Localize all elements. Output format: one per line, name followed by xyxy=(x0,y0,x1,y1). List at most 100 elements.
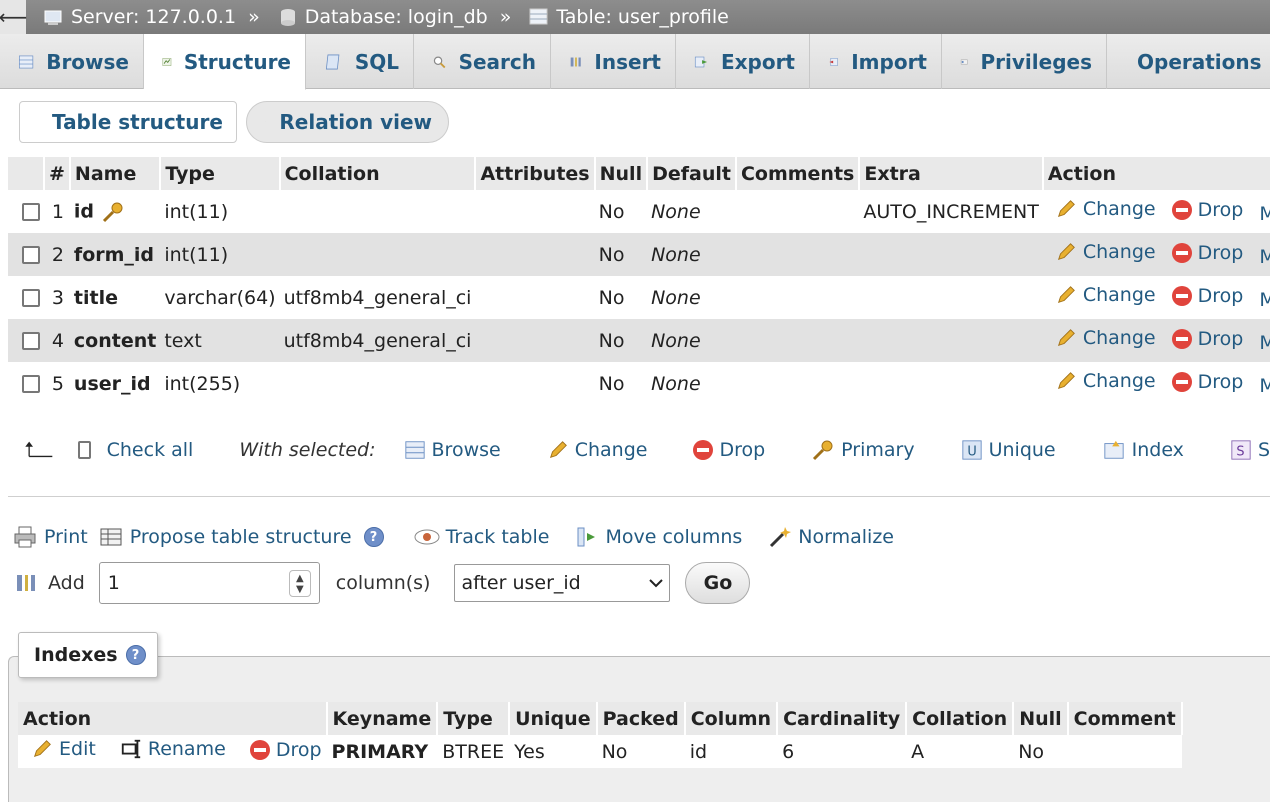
breadcrumb-separator: » xyxy=(499,6,512,28)
column-collation xyxy=(279,190,476,233)
bulk-spatial-label: S xyxy=(1257,439,1270,461)
column-name-cell: id xyxy=(69,190,161,233)
bulk-spatial-button[interactable]: S S xyxy=(1230,439,1270,461)
tab-insert[interactable]: Insert xyxy=(551,34,676,89)
column-comments xyxy=(735,233,860,276)
drop-link[interactable]: Drop xyxy=(1171,199,1243,221)
print-label: Print xyxy=(44,526,88,548)
drop-link[interactable]: Drop xyxy=(1171,371,1243,393)
column-count-input[interactable]: 1 ▲ ▼ xyxy=(98,562,320,604)
go-button[interactable]: Go xyxy=(685,562,751,604)
column-position-select[interactable]: after user_id xyxy=(454,564,671,602)
subtab-label: Relation view xyxy=(279,110,432,134)
column-default: None xyxy=(647,319,736,362)
svg-text:S: S xyxy=(1236,445,1244,460)
back-arrow-icon[interactable]: ⟵ xyxy=(0,0,27,34)
index-edit-label: Edit xyxy=(59,738,96,760)
column-actions: Change Drop More xyxy=(1042,362,1270,405)
check-all-link[interactable]: Check all xyxy=(107,439,194,461)
subtab-table-structure[interactable]: Table structure xyxy=(19,101,237,143)
subtab-relation-view[interactable]: Relation view xyxy=(246,101,449,143)
more-dropdown[interactable]: More xyxy=(1259,203,1270,225)
row-select-cell xyxy=(8,362,44,405)
help-icon[interactable]: ? xyxy=(363,527,384,547)
column-type: text xyxy=(160,319,280,362)
row-checkbox[interactable] xyxy=(22,375,40,393)
indexes-header-row: Action Keyname Type Unique Packed Column… xyxy=(18,702,1183,735)
number-spinner[interactable]: ▲ ▼ xyxy=(288,570,311,597)
tab-import[interactable]: Import xyxy=(810,34,942,89)
normalize-link[interactable]: Normalize xyxy=(768,525,894,549)
breadcrumb-database-label: Database: login_db xyxy=(304,6,488,28)
index-type: BTREE xyxy=(437,735,510,768)
column-position-value: after user_id xyxy=(461,572,581,594)
breadcrumb-database[interactable]: Database: login_db xyxy=(278,6,488,28)
drop-link[interactable]: Drop xyxy=(1171,328,1243,350)
column-num: 1 xyxy=(44,190,70,233)
tab-operations[interactable]: Operations xyxy=(1107,34,1270,89)
track-table-link[interactable]: Track table xyxy=(414,526,549,548)
main-tabs: Browse Structure SQL Search Insert Expor… xyxy=(0,34,1270,90)
change-link[interactable]: Change xyxy=(1055,284,1156,306)
breadcrumb-table[interactable]: Table: user_profile xyxy=(529,6,729,28)
more-dropdown[interactable]: More xyxy=(1259,289,1270,311)
row-checkbox[interactable] xyxy=(22,203,40,221)
print-link[interactable]: Print xyxy=(12,525,88,549)
drop-link[interactable]: Drop xyxy=(1171,285,1243,307)
tab-browse[interactable]: Browse xyxy=(0,34,144,89)
row-checkbox[interactable] xyxy=(22,246,40,264)
bulk-primary-button[interactable]: Primary xyxy=(811,438,915,462)
drop-icon xyxy=(693,440,714,460)
bulk-unique-label: Unique xyxy=(988,439,1056,461)
bulk-index-button[interactable]: Index xyxy=(1102,439,1184,461)
more-dropdown[interactable]: More xyxy=(1259,332,1270,354)
tab-label: SQL xyxy=(354,49,399,74)
header-name[interactable]: Name xyxy=(69,157,162,190)
column-name-cell: title xyxy=(69,276,161,319)
column-name: id xyxy=(73,200,95,222)
bulk-unique-button[interactable]: U Unique xyxy=(961,439,1056,461)
propose-structure-link[interactable]: Propose table structure xyxy=(98,525,352,549)
breadcrumb-server[interactable]: Server: 127.0.0.1 xyxy=(44,6,236,28)
column-count-value: 1 xyxy=(107,572,120,594)
move-columns-link[interactable]: Move columns xyxy=(575,525,742,549)
row-checkbox[interactable] xyxy=(22,332,40,350)
header-action: Action xyxy=(1042,157,1270,190)
header-extra: Extra xyxy=(859,157,1044,190)
column-attributes xyxy=(475,233,595,276)
tab-export[interactable]: Export xyxy=(676,34,810,89)
change-link[interactable]: Change xyxy=(1055,198,1156,220)
more-dropdown[interactable]: More xyxy=(1259,246,1270,268)
header-collation: Collation xyxy=(279,157,477,190)
tab-privileges[interactable]: Privileges xyxy=(942,34,1107,89)
bulk-change-button[interactable]: Change xyxy=(547,439,647,461)
row-checkbox[interactable] xyxy=(22,289,40,307)
column-actions: Change Drop More xyxy=(1042,233,1270,276)
tab-search[interactable]: Search xyxy=(414,34,551,89)
move-columns-icon xyxy=(577,527,596,547)
move-columns-label: Move columns xyxy=(605,526,743,548)
index-drop-link[interactable]: Drop xyxy=(249,739,322,761)
check-all-checkbox[interactable] xyxy=(77,441,91,459)
header-default: Default xyxy=(647,157,737,190)
more-dropdown[interactable]: More xyxy=(1259,375,1270,397)
change-link[interactable]: Change xyxy=(1055,370,1156,392)
bulk-drop-button[interactable]: Drop xyxy=(693,439,765,461)
tab-label: Browse xyxy=(46,49,129,74)
change-link[interactable]: Change xyxy=(1055,327,1156,349)
database-icon xyxy=(280,9,295,26)
change-link[interactable]: Change xyxy=(1055,241,1156,263)
index-edit-link[interactable]: Edit xyxy=(31,738,96,760)
column-row: 5user_id int(255) NoNone Change Drop More xyxy=(8,362,1270,405)
indexes-legend[interactable]: Indexes ? xyxy=(18,632,158,678)
drop-link[interactable]: Drop xyxy=(1171,242,1243,264)
tab-structure[interactable]: Structure xyxy=(144,34,306,90)
index-rename-link[interactable]: Rename xyxy=(120,738,226,760)
help-icon[interactable]: ? xyxy=(125,645,146,665)
row-select-cell xyxy=(8,319,44,362)
tab-sql[interactable]: SQL xyxy=(306,34,414,89)
column-type: int(11) xyxy=(160,190,280,233)
column-name-cell: user_id xyxy=(69,362,161,405)
bulk-browse-button[interactable]: Browse xyxy=(404,439,501,461)
change-label: Change xyxy=(1082,284,1156,306)
